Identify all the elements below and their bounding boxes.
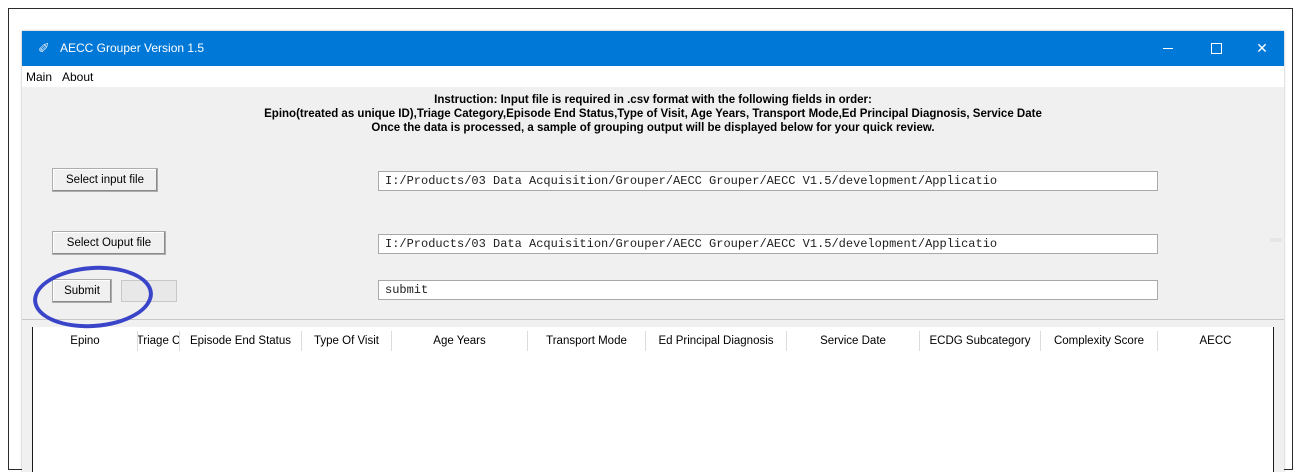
output-file-path-field[interactable]: I:/Products/03 Data Acquisition/Grouper/… — [378, 234, 1158, 254]
column-header-ecdg-subcategory[interactable]: ECDG Subcategory — [920, 331, 1040, 351]
close-icon: ✕ — [1256, 40, 1268, 56]
column-header-aecc[interactable]: AECC — [1158, 331, 1273, 351]
instruction-line-1: Instruction: Input file is required in .… — [434, 94, 872, 106]
maximize-icon — [1210, 43, 1222, 54]
status-field[interactable]: submit — [378, 280, 1158, 300]
column-header-epino[interactable]: Epino — [33, 331, 137, 351]
instruction-line-2: Epino(treated as unique ID),Triage Categ… — [264, 108, 1042, 120]
select-input-file-button[interactable]: Select input file — [52, 168, 158, 192]
menu-about[interactable]: About — [62, 70, 93, 84]
maximize-button[interactable] — [1193, 31, 1239, 66]
column-header-complexity-score[interactable]: Complexity Score — [1041, 331, 1157, 351]
column-header-service-date[interactable]: Service Date — [787, 331, 919, 351]
column-header-transport-mode[interactable]: Transport Mode — [528, 331, 645, 351]
title-bar[interactable]: ✐ AECC Grouper Version 1.5 ✕ — [22, 31, 1284, 66]
app-window: ✐ AECC Grouper Version 1.5 ✕ Main About … — [22, 31, 1284, 472]
feather-icon: ✐ — [38, 40, 50, 56]
input-file-path-field[interactable]: I:/Products/03 Data Acquisition/Grouper/… — [378, 171, 1158, 191]
menu-main[interactable]: Main — [26, 70, 52, 84]
minimize-icon — [1163, 48, 1173, 49]
select-output-file-button[interactable]: Select Ouput file — [52, 231, 166, 255]
close-button[interactable]: ✕ — [1239, 31, 1285, 66]
column-header-age-years[interactable]: Age Years — [392, 331, 527, 351]
column-header-type-of-visit[interactable]: Type Of Visit — [302, 331, 391, 351]
column-header-triage[interactable]: Triage C — [138, 331, 179, 351]
results-table[interactable]: Epino Triage C Episode End Status Type O… — [32, 327, 1274, 472]
instructions-text: Instruction: Input file is required in .… — [22, 93, 1284, 135]
minimize-button[interactable] — [1145, 31, 1191, 66]
instruction-line-3: Once the data is processed, a sample of … — [371, 122, 935, 134]
background-artifact — [1270, 238, 1282, 242]
menu-bar: Main About — [22, 66, 1284, 87]
separator — [22, 319, 1284, 320]
window-title: AECC Grouper Version 1.5 — [60, 41, 205, 55]
column-header-ed-principal-diagnosis[interactable]: Ed Principal Diagnosis — [646, 331, 786, 351]
column-header-episode-end-status[interactable]: Episode End Status — [180, 331, 301, 351]
